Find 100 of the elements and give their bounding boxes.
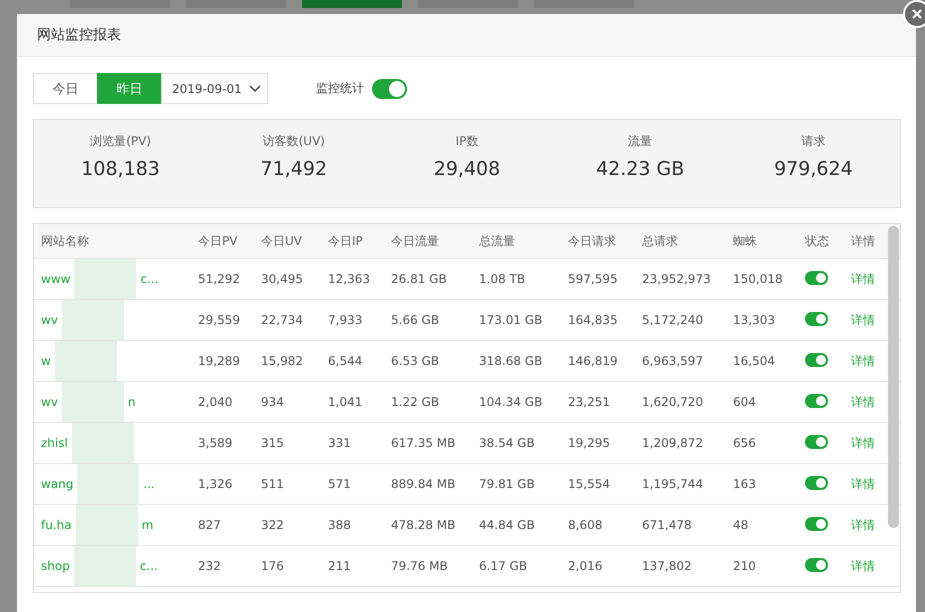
column-header: 今日请求 (568, 232, 617, 250)
table-cell-text: 934 (261, 395, 285, 409)
table-cell-text: 331 (328, 436, 352, 450)
table-cell-text: 13,303 (733, 313, 776, 327)
status-switch[interactable] (805, 352, 828, 366)
table-cell-text: 1,326 (198, 477, 234, 491)
switch-label: 监控统计 (316, 80, 364, 97)
table-cell-text: 79.76 MB (391, 559, 449, 573)
status-switch[interactable] (805, 476, 828, 490)
redaction-mark (74, 259, 136, 299)
detail-link[interactable]: 详情 (851, 476, 900, 492)
redaction-mark (54, 341, 117, 381)
table-cell-text: 7,933 (328, 313, 364, 327)
table-cell-text: 1.08 TB (479, 272, 526, 286)
table-cell-text: 889.84 MB (391, 477, 456, 491)
column-header: 今日UV (261, 232, 303, 250)
detail-link[interactable]: 详情 (851, 434, 900, 452)
table-cell-text: 1,041 (328, 395, 364, 409)
column-header: 网站名称 (41, 232, 90, 250)
table-cell-text: 38.54 GB (479, 436, 536, 450)
column-header: 今日IP (328, 232, 364, 250)
table-cell-text: 48 (733, 518, 750, 532)
table-cell-text: 173.01 GB (479, 313, 544, 327)
site-link[interactable]: c... (140, 272, 158, 286)
table-cell-text: 1,209,872 (642, 436, 704, 450)
site-link[interactable]: wv (41, 395, 58, 409)
detail-link[interactable]: 详情 (851, 516, 900, 534)
table-cell-text: 211 (328, 559, 352, 573)
site-link[interactable]: www (41, 272, 70, 286)
table-cell-text: 656 (733, 436, 757, 450)
redaction-mark (77, 464, 140, 504)
status-switch[interactable] (805, 516, 828, 530)
site-link[interactable]: c... (140, 559, 158, 573)
table-cell-text: 6.53 GB (391, 354, 440, 368)
table-cell-text: 26.81 GB (391, 272, 448, 286)
detail-link[interactable]: 详情 (851, 352, 900, 370)
detail-link[interactable]: 详情 (851, 394, 900, 410)
status-switch[interactable] (805, 270, 828, 284)
close-icon (911, 8, 923, 20)
table-cell-text: 146,819 (568, 354, 619, 368)
scrollbar[interactable] (888, 226, 899, 528)
table-cell-text: 827 (198, 518, 222, 532)
table-cell-text: 19,295 (568, 436, 611, 450)
table-cell-text: 617.35 MB (391, 436, 456, 450)
table-cell-text: 604 (733, 395, 757, 409)
table-cell-text: 44.84 GB (479, 518, 536, 532)
detail-link[interactable]: 详情 (851, 270, 900, 288)
redaction-mark (62, 300, 124, 340)
site-link[interactable]: wv (41, 313, 58, 327)
site-link[interactable]: m (142, 518, 154, 532)
table-cell-text: 6,963,597 (642, 354, 704, 368)
date-select[interactable]: 2019-09-01 (161, 73, 268, 104)
redaction-mark (72, 423, 134, 463)
stat-value: 29,408 (434, 158, 500, 180)
dialog-title: 网站监控报表 (37, 26, 121, 44)
site-link[interactable]: w (41, 354, 51, 368)
table-cell-text: 15,982 (261, 354, 304, 368)
site-link[interactable]: wang (41, 477, 74, 491)
stat-label: 浏览量(PV) (90, 133, 151, 150)
site-link[interactable]: fu.ha (41, 518, 72, 532)
site-link[interactable]: n (128, 395, 136, 409)
table-cell-text: 6.17 GB (479, 559, 528, 573)
table-cell-text: 5.66 GB (391, 313, 440, 327)
close-button[interactable] (903, 0, 925, 28)
stat-value: 108,183 (81, 158, 160, 180)
table-cell-text: 511 (261, 477, 285, 491)
site-link[interactable]: ... (143, 477, 155, 491)
status-switch[interactable] (805, 558, 828, 572)
table-cell-text: 3,589 (198, 436, 234, 450)
table-cell-text: 671,478 (642, 518, 693, 532)
status-switch[interactable] (805, 434, 828, 448)
monitor-switch[interactable] (372, 78, 407, 98)
table-cell-text: 30,495 (261, 272, 304, 286)
table-cell-text: 137,802 (642, 559, 693, 573)
status-switch[interactable] (805, 394, 828, 408)
table-cell-text: 51,292 (198, 272, 241, 286)
column-header: 详情 (851, 232, 876, 250)
table-cell-text: 2,016 (568, 559, 604, 573)
stat-value: 979,624 (774, 158, 853, 180)
table-cell-text: 104.34 GB (479, 395, 544, 409)
detail-link[interactable]: 详情 (851, 312, 900, 328)
table-cell-text: 16,504 (733, 354, 776, 368)
table-cell-text: 23,251 (568, 395, 611, 409)
range-tab[interactable]: 今日 (33, 73, 98, 104)
status-switch[interactable] (805, 312, 828, 326)
column-header: 今日PV (198, 232, 238, 250)
table-cell-text: 150,018 (733, 272, 784, 286)
stat-value: 71,492 (260, 158, 328, 180)
table-cell-text: 163 (733, 477, 757, 491)
table-cell-text: 23,952,973 (642, 272, 712, 286)
table-cell-text: 176 (261, 559, 285, 573)
table-cell-text: 22,734 (261, 313, 304, 327)
table-cell-text: 1,620,720 (642, 395, 704, 409)
range-tab[interactable]: 昨日 (97, 73, 162, 104)
stat-label: IP数 (456, 133, 478, 150)
table-cell-text: 8,608 (568, 518, 604, 532)
detail-link[interactable]: 详情 (851, 558, 900, 574)
site-link[interactable]: zhisl (41, 436, 68, 450)
table-cell-text: 388 (328, 518, 352, 532)
site-link[interactable]: shop (41, 559, 70, 573)
